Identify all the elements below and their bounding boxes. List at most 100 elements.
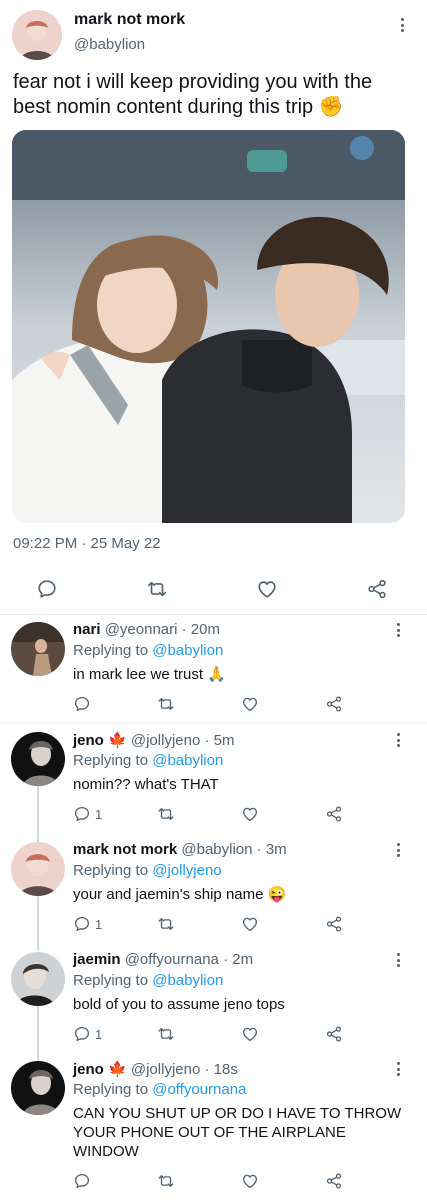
retweet-button[interactable] — [157, 695, 175, 713]
display-name[interactable]: mark not mork — [74, 11, 185, 29]
display-name[interactable]: jeno — [73, 1061, 104, 1078]
display-name[interactable]: nari — [73, 621, 101, 638]
share-button[interactable] — [325, 1172, 343, 1190]
divider — [0, 614, 427, 615]
reply-icon — [73, 1172, 91, 1190]
replying-label: Replying to — [73, 972, 149, 989]
post-time[interactable]: · 3m — [257, 841, 287, 858]
retweet-icon — [146, 578, 168, 600]
share-button[interactable] — [325, 1025, 343, 1043]
reply-button[interactable]: 1 — [73, 805, 102, 823]
like-icon — [256, 578, 278, 600]
share-icon — [325, 915, 343, 933]
retweet-button[interactable] — [157, 1172, 175, 1190]
retweet-button[interactable] — [146, 578, 168, 600]
retweet-button[interactable] — [157, 915, 175, 933]
replying-to-link[interactable]: @babylion — [152, 642, 223, 659]
like-icon — [241, 1025, 259, 1043]
like-icon — [241, 1172, 259, 1190]
replying-label: Replying to — [73, 1081, 149, 1098]
reply-text: nomin?? what's THAT — [73, 776, 219, 793]
avatar[interactable] — [11, 842, 65, 896]
reply-button[interactable]: 1 — [73, 915, 102, 933]
handle[interactable]: @babylion — [181, 841, 252, 858]
more-icon[interactable] — [396, 843, 400, 859]
reply-icon — [73, 805, 91, 823]
share-button[interactable] — [325, 695, 343, 713]
replying-label: Replying to — [73, 862, 149, 879]
more-icon[interactable] — [396, 623, 400, 639]
retweet-icon — [157, 915, 175, 933]
maple-leaf-icon: 🍁 — [108, 732, 127, 749]
maple-leaf-icon: 🍁 — [108, 1061, 127, 1078]
replying-to-link[interactable]: @offyournana — [152, 1081, 246, 1098]
share-icon — [325, 1172, 343, 1190]
retweet-icon — [157, 1025, 175, 1043]
more-icon[interactable] — [396, 733, 400, 749]
handle[interactable]: @offyournana — [125, 951, 219, 968]
avatar[interactable] — [11, 622, 65, 676]
retweet-button[interactable] — [157, 805, 175, 823]
divider — [0, 723, 427, 724]
retweet-icon — [157, 695, 175, 713]
reply-text: in mark lee we trust 🙏 — [73, 666, 226, 683]
reply-text: bold of you to assume jeno tops — [73, 996, 285, 1013]
thread-connector — [37, 786, 39, 842]
handle[interactable]: @jollyjeno — [131, 1061, 200, 1078]
like-button[interactable] — [241, 695, 259, 713]
like-button[interactable] — [241, 1172, 259, 1190]
avatar[interactable] — [11, 1061, 65, 1115]
handle[interactable]: @babylion — [74, 36, 145, 53]
avatar[interactable] — [11, 732, 65, 786]
tweet-text: fear not i will keep providing you with … — [13, 71, 373, 118]
reply-button[interactable]: 1 — [73, 1025, 102, 1043]
more-icon[interactable] — [400, 18, 404, 34]
post-time[interactable]: · 5m — [204, 732, 234, 749]
reply-count: 1 — [95, 806, 103, 822]
share-button[interactable] — [325, 915, 343, 933]
display-name[interactable]: mark not mork — [73, 841, 177, 858]
share-button[interactable] — [325, 805, 343, 823]
reply-icon — [73, 915, 91, 933]
reply-icon — [73, 1025, 91, 1043]
display-name[interactable]: jeno — [73, 732, 104, 749]
avatar[interactable] — [12, 10, 62, 60]
more-icon[interactable] — [396, 953, 400, 969]
like-button[interactable] — [256, 578, 278, 600]
timestamp[interactable]: 09:22 PM · 25 May 22 — [13, 535, 161, 552]
post-time[interactable]: · 18s — [204, 1061, 237, 1078]
reply-text: your and jaemin's ship name 😜 — [73, 886, 287, 903]
like-button[interactable] — [241, 1025, 259, 1043]
retweet-icon — [157, 805, 175, 823]
reply-text: CAN YOU SHUT UP OR DO I HAVE TO THROW YO… — [73, 1105, 402, 1160]
tweet-photo[interactable] — [12, 130, 405, 523]
more-icon[interactable] — [396, 1062, 400, 1078]
like-icon — [241, 805, 259, 823]
replying-to-link[interactable]: @jollyjeno — [152, 862, 221, 879]
replying-to-link[interactable]: @babylion — [152, 752, 223, 769]
share-button[interactable] — [366, 578, 388, 600]
replying-label: Replying to — [73, 752, 149, 769]
replying-label: Replying to — [73, 642, 149, 659]
handle[interactable]: @jollyjeno — [131, 732, 200, 749]
replying-to-link[interactable]: @babylion — [152, 972, 223, 989]
avatar[interactable] — [11, 952, 65, 1006]
reply-count: 1 — [95, 916, 103, 932]
retweet-button[interactable] — [157, 1025, 175, 1043]
like-button[interactable] — [241, 805, 259, 823]
reply-button[interactable] — [73, 695, 95, 713]
like-button[interactable] — [241, 915, 259, 933]
reply-button[interactable] — [36, 578, 58, 600]
reply-count: 1 — [95, 1026, 103, 1042]
thread-connector — [37, 1006, 39, 1061]
share-icon — [325, 805, 343, 823]
display-name[interactable]: jaemin — [73, 951, 121, 968]
post-time[interactable]: · 20m — [182, 621, 220, 638]
reply-icon — [36, 578, 58, 600]
post-time[interactable]: · 2m — [223, 951, 253, 968]
handle[interactable]: @yeonnari — [105, 621, 178, 638]
like-icon — [241, 915, 259, 933]
reply-button[interactable] — [73, 1172, 95, 1190]
thread-connector — [37, 896, 39, 951]
share-icon — [325, 695, 343, 713]
